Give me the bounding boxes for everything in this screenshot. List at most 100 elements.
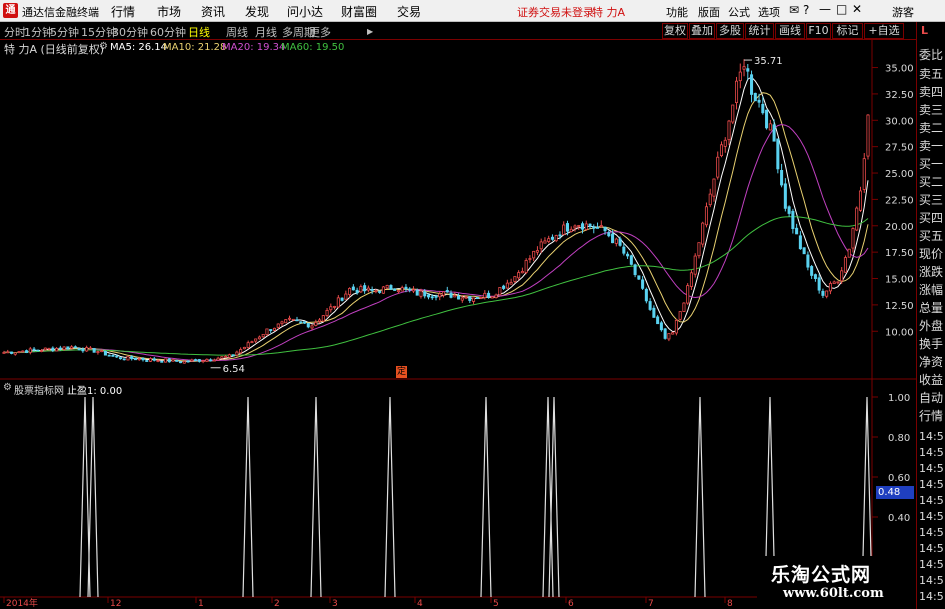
side-item-16: 换手	[919, 337, 944, 351]
candle-body	[434, 295, 438, 298]
help-icon[interactable]: ?	[803, 3, 809, 17]
period-tab-2[interactable]: 5分钟	[50, 24, 79, 40]
candle-body	[216, 357, 220, 361]
menu-item-layout[interactable]: 版面	[698, 4, 720, 20]
side-item-20[interactable]: 行情	[919, 408, 945, 424]
menu-item-wealth[interactable]: 财富圈	[341, 3, 377, 20]
candle-body	[389, 285, 393, 290]
period-tab-0[interactable]: 分时	[4, 24, 26, 40]
minimize-icon[interactable]: —	[819, 2, 831, 16]
candle-body	[637, 275, 641, 280]
period-tab-10[interactable]: 更多	[309, 24, 331, 40]
toolbar-button-3[interactable]: 统计	[745, 23, 774, 39]
candle-body	[810, 266, 814, 276]
candle-body	[719, 144, 724, 157]
toolbar-button-2[interactable]: 多股	[716, 23, 744, 39]
candle-body	[430, 296, 434, 299]
toolbar-button-0[interactable]: 复权	[662, 23, 688, 39]
candle-body	[723, 139, 727, 147]
candle-body	[9, 351, 14, 354]
toolbar-button-1[interactable]: 叠加	[689, 23, 715, 39]
candle-body	[126, 355, 130, 361]
menu-item-quotes[interactable]: 行情	[111, 3, 135, 20]
signal-peak-4	[384, 396, 396, 598]
menu-item-function[interactable]: 功能	[666, 4, 688, 20]
candle-body	[152, 358, 156, 361]
candle-body	[314, 322, 318, 326]
candle-body	[212, 359, 216, 362]
indicator-title: 股票指标网	[14, 386, 64, 397]
candle-body	[351, 286, 355, 291]
mail-icon[interactable]: ✉	[789, 3, 799, 17]
period-tab-7[interactable]: 周线	[226, 24, 248, 40]
candle-body	[122, 358, 126, 361]
candle-body	[704, 206, 708, 226]
candle-body	[543, 240, 547, 244]
candle-body	[520, 271, 524, 274]
menu-item-options[interactable]: 选项	[758, 4, 780, 20]
guest-label[interactable]: 游客	[892, 4, 914, 20]
candle-body	[299, 321, 303, 324]
side-item-15: 外盘	[919, 319, 944, 333]
menu-item-ask[interactable]: 问小达	[287, 3, 323, 20]
candle-body	[588, 223, 592, 227]
side-item-19[interactable]: 自动	[919, 390, 945, 406]
menu-item-news[interactable]: 资讯	[201, 3, 225, 20]
candle-body	[17, 351, 21, 353]
candle-body	[291, 318, 295, 321]
side-time-6: 14:5	[919, 526, 944, 539]
candle-body	[325, 310, 329, 316]
toolbar-button-4[interactable]: 画线	[775, 23, 805, 39]
candle-body	[622, 246, 626, 254]
maximize-icon[interactable]: □	[836, 2, 847, 16]
side-time-4: 14:5	[919, 494, 944, 507]
candle-body	[36, 349, 40, 352]
candle-body	[783, 183, 787, 209]
candle-body	[70, 346, 74, 349]
event-marker[interactable]: 定	[396, 366, 407, 378]
toolbar-button-7[interactable]: +自选	[864, 23, 904, 39]
menu-item-discover[interactable]: 发现	[245, 3, 269, 20]
period-tab-1[interactable]: 1分钟	[24, 24, 53, 40]
stock-title: 特 力A	[592, 6, 626, 19]
close-icon[interactable]: ✕	[852, 2, 862, 16]
candle-body	[753, 92, 757, 102]
period-tab-4[interactable]: 30分钟	[112, 24, 148, 40]
candle-body	[137, 358, 141, 361]
candle-body	[768, 123, 772, 131]
candle-body	[272, 327, 276, 331]
candle-body	[336, 297, 340, 308]
price-label-1: 12.50	[885, 301, 914, 312]
candle-body	[505, 282, 509, 289]
side-item-9: 买四	[919, 211, 944, 225]
candle-body	[400, 287, 404, 292]
candle-body	[460, 297, 464, 301]
menu-item-market[interactable]: 市场	[157, 3, 181, 20]
candlestick-series	[2, 59, 870, 364]
candle-body	[194, 359, 198, 361]
candle-body	[28, 348, 32, 353]
side-letter: L	[921, 24, 929, 37]
candle-body	[396, 290, 400, 292]
period-tab-6[interactable]: 日线	[188, 24, 210, 40]
toolbar-button-5[interactable]: F10	[806, 23, 831, 39]
menu-item-trade[interactable]: 交易	[397, 3, 421, 20]
candle-body	[393, 288, 397, 291]
candle-body	[145, 360, 149, 362]
side-item-5: 卖一	[919, 139, 944, 153]
login-status[interactable]: 证券交易未登录	[517, 4, 594, 20]
chart-canvas: 10.00 12.50 15.00 17.50 20.00 22.50 25.00 27.50…	[0, 40, 916, 609]
menu-item-formula[interactable]: 公式	[728, 4, 750, 20]
candle-body	[862, 158, 866, 190]
indicator-gear-icon[interactable]: ⚙	[3, 382, 12, 393]
candle-body	[502, 285, 506, 289]
candle-body	[359, 286, 363, 293]
period-tab-5[interactable]: 60分钟	[150, 24, 186, 40]
toolbar-button-6[interactable]: 标记	[832, 23, 863, 39]
side-item-7: 买二	[919, 175, 944, 189]
period-tab-8[interactable]: 月线	[255, 24, 277, 40]
candle-body	[648, 301, 652, 310]
candle-body	[419, 290, 423, 297]
candle-body	[524, 260, 528, 273]
more-arrow-icon[interactable]: ▶	[367, 27, 373, 36]
